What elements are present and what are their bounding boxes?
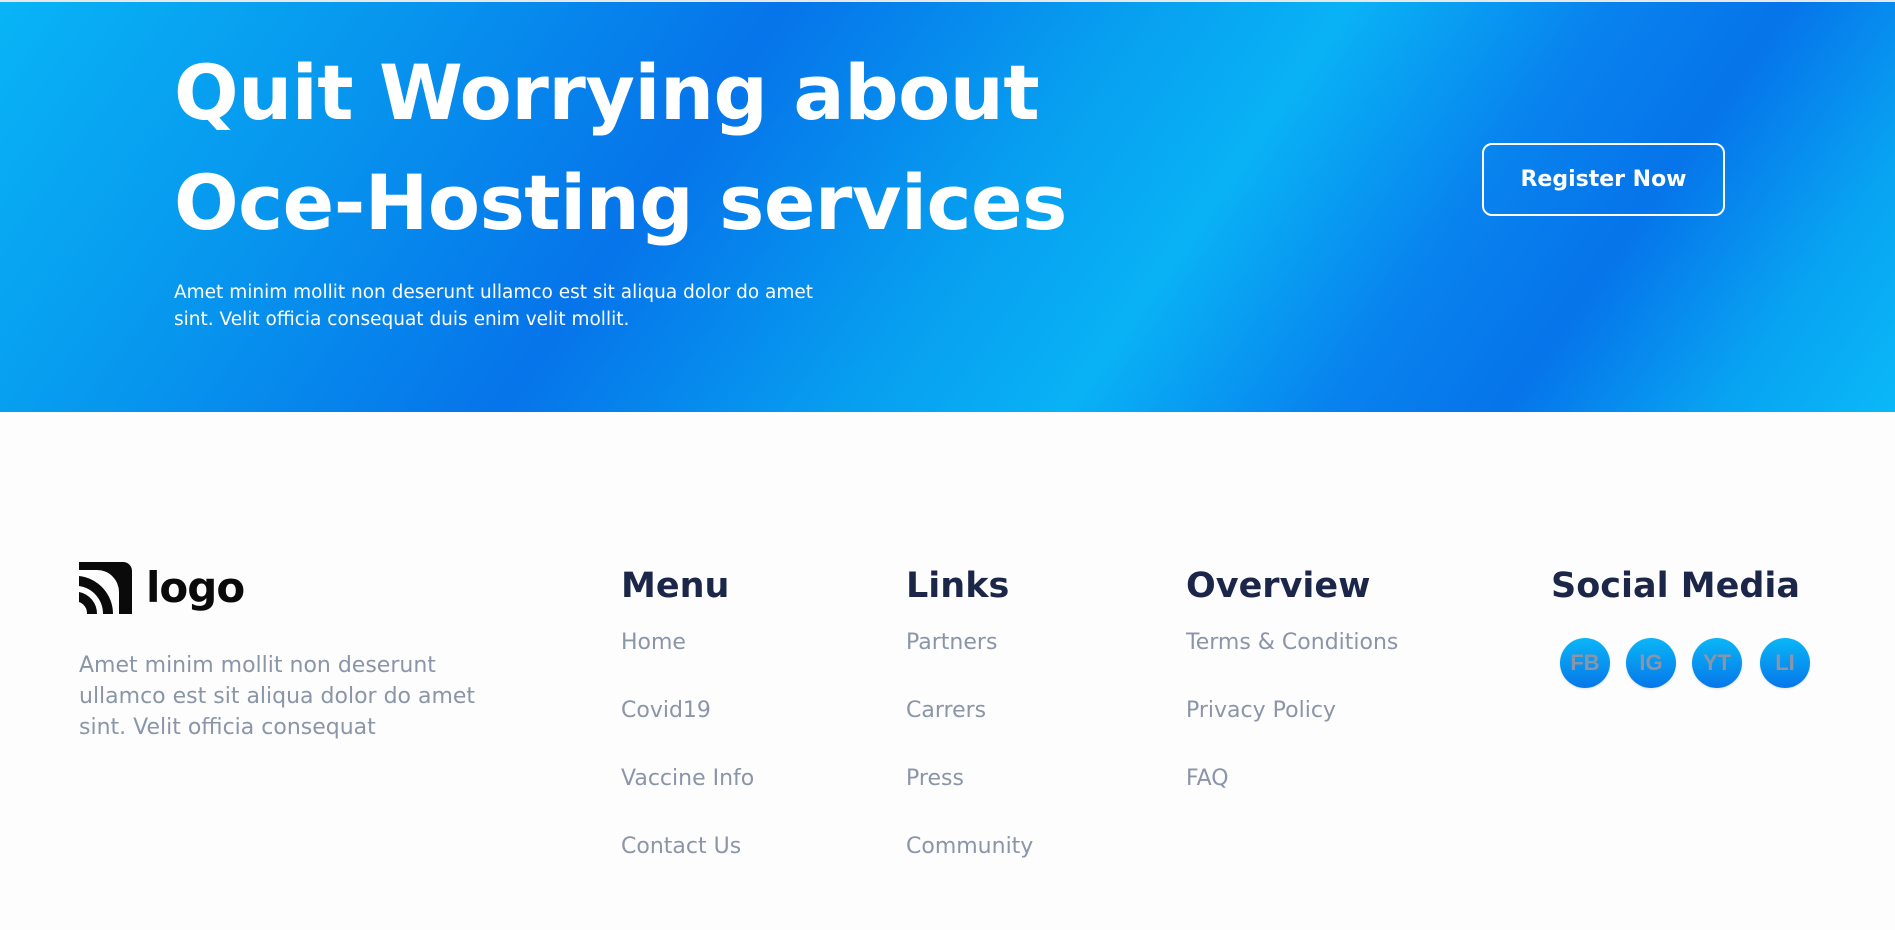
menu-link-home[interactable]: Home [621,630,686,655]
links-link-carrers[interactable]: Carrers [906,698,986,723]
footer-description: Amet minim mollit non deserunt ullamco e… [79,653,476,740]
links-link-partners[interactable]: Partners [906,630,997,655]
instagram-icon[interactable]: IG [1626,638,1676,688]
footer-column-menu: Menu Home Covid19 Vaccine Info Contact U… [621,563,754,898]
menu-link-vaccine-info[interactable]: Vaccine Info [621,766,754,791]
social-icons: FB IG YT LI [1560,638,1826,688]
links-heading: Links [906,566,1010,606]
menu-link-contact-us[interactable]: Contact Us [621,834,741,859]
footer-column-overview: Overview Terms & Conditions Privacy Poli… [1186,563,1398,830]
footer-column-links: Links Partners Carrers Press Community [906,563,1033,898]
hero-banner: Quit Worrying about Oce-Hosting services… [0,2,1895,412]
youtube-icon[interactable]: YT [1692,638,1742,688]
logo-text: logo [146,563,245,612]
overview-link-faq[interactable]: FAQ [1186,766,1229,791]
social-media-heading: Social Media [1551,566,1801,606]
hero-title-line-1: Quit Worrying about [174,48,1040,137]
links-link-press[interactable]: Press [906,766,964,791]
register-now-button[interactable]: Register Now [1482,143,1725,216]
footer-logo[interactable]: logo [79,562,245,614]
overview-link-privacy-policy[interactable]: Privacy Policy [1186,698,1336,723]
logo-arcs-icon [79,562,132,614]
footer-column-social-media: Social Media FB IG YT LI [1551,563,1826,688]
links-link-community[interactable]: Community [906,834,1033,859]
overview-heading: Overview [1186,566,1371,606]
overview-link-terms[interactable]: Terms & Conditions [1186,630,1398,655]
menu-heading: Menu [621,566,730,606]
hero-title-line-2: Oce-Hosting services [174,158,1067,247]
hero-subtitle: Amet minim mollit non deserunt ullamco e… [174,282,814,330]
linkedin-icon[interactable]: LI [1760,638,1810,688]
facebook-icon[interactable]: FB [1560,638,1610,688]
menu-link-covid19[interactable]: Covid19 [621,698,711,723]
hero-title: Quit Worrying about Oce-Hosting services [174,38,1067,258]
